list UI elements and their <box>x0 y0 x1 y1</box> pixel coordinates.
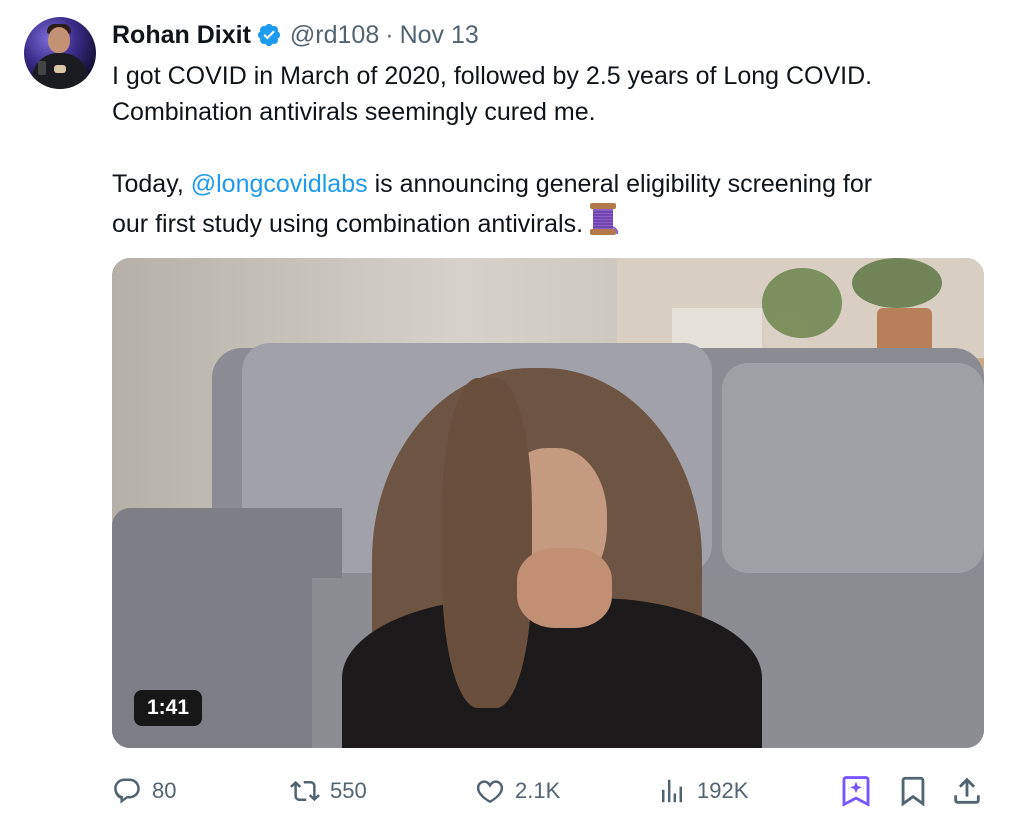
spool-of-thread-icon <box>590 203 619 235</box>
views-button[interactable]: 192K <box>657 770 748 812</box>
like-count: 2.1K <box>515 778 561 803</box>
video-duration-badge: 1:41 <box>134 690 203 726</box>
woman-hand <box>517 548 612 628</box>
tweet-header: Rohan Dixit @rd108 · Nov 13 <box>112 18 479 52</box>
author-name[interactable]: Rohan Dixit <box>112 21 251 50</box>
video-player[interactable]: 1:41 <box>112 258 984 748</box>
tweet-paragraph-1: I got COVID in March of 2020, followed b… <box>112 58 982 130</box>
avatar-head <box>48 27 70 53</box>
repost-button[interactable]: 550 <box>290 770 367 812</box>
tweet-actions-bar: 80 550 2.1K 192K <box>112 770 984 812</box>
tweet-line-1: I got COVID in March of 2020, followed b… <box>112 62 873 90</box>
tweet-date[interactable]: Nov 13 <box>400 21 479 50</box>
woman-hair-front <box>442 378 532 708</box>
reply-icon <box>114 778 140 804</box>
background-plant-1 <box>762 268 842 338</box>
views-count: 192K <box>697 778 749 803</box>
share-icon[interactable] <box>950 774 984 808</box>
like-button[interactable]: 2.1K <box>475 770 560 812</box>
tweet-text: I got COVID in March of 2020, followed b… <box>112 58 982 242</box>
bookmark-icon[interactable] <box>896 774 930 808</box>
mention-link[interactable]: @longcovidlabs <box>191 170 368 198</box>
reply-count: 80 <box>152 778 177 803</box>
separator-dot: · <box>385 20 394 49</box>
author-avatar[interactable] <box>24 17 96 89</box>
avatar-mic <box>38 61 46 75</box>
repost-icon <box>290 780 320 802</box>
author-handle[interactable]: @rd108 <box>290 21 379 50</box>
tweet-line-2: Combination antivirals seemingly cured m… <box>112 98 596 126</box>
verified-badge-icon[interactable] <box>256 22 282 48</box>
para2-after-mention: is announcing general eligibility screen… <box>367 170 873 198</box>
tweet-paragraph-2: Today, @longcovidlabs is announcing gene… <box>112 166 982 242</box>
sofa-cushion-right <box>722 363 984 573</box>
background-plant-2 <box>852 258 942 308</box>
views-chart-icon <box>662 779 682 803</box>
repost-count: 550 <box>330 778 367 803</box>
grok-analysis-icon[interactable] <box>839 774 873 808</box>
heart-icon <box>476 780 504 804</box>
para2-line-2: our first study using combination antivi… <box>112 210 584 238</box>
avatar-shirt-mark <box>54 65 66 73</box>
para2-prefix: Today, <box>112 170 191 198</box>
reply-button[interactable]: 80 <box>112 770 176 812</box>
